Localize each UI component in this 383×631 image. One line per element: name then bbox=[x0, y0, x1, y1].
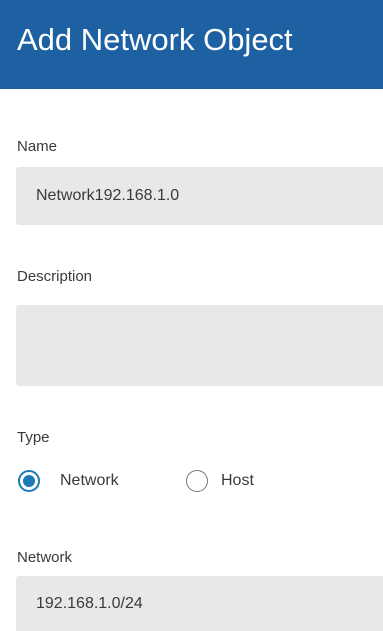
description-field[interactable] bbox=[16, 305, 383, 386]
dialog-header: Add Network Object bbox=[0, 0, 383, 89]
host-radio-button[interactable] bbox=[186, 470, 208, 492]
network-radio-button[interactable] bbox=[18, 470, 40, 492]
name-field-value: Network192.168.1.0 bbox=[36, 187, 180, 204]
network-field-value: 192.168.1.0/24 bbox=[36, 595, 143, 612]
host-radio-label[interactable]: Host bbox=[221, 470, 254, 492]
dialog-title: Add Network Object bbox=[17, 22, 293, 57]
name-label: Name bbox=[17, 138, 58, 155]
network-field[interactable]: 192.168.1.0/24 bbox=[16, 576, 383, 631]
network-label: Network bbox=[17, 549, 73, 566]
network-radio-label[interactable]: Network bbox=[60, 470, 119, 492]
description-label: Description bbox=[17, 268, 93, 285]
type-label: Type bbox=[17, 429, 50, 446]
name-field[interactable]: Network192.168.1.0 bbox=[16, 167, 383, 225]
